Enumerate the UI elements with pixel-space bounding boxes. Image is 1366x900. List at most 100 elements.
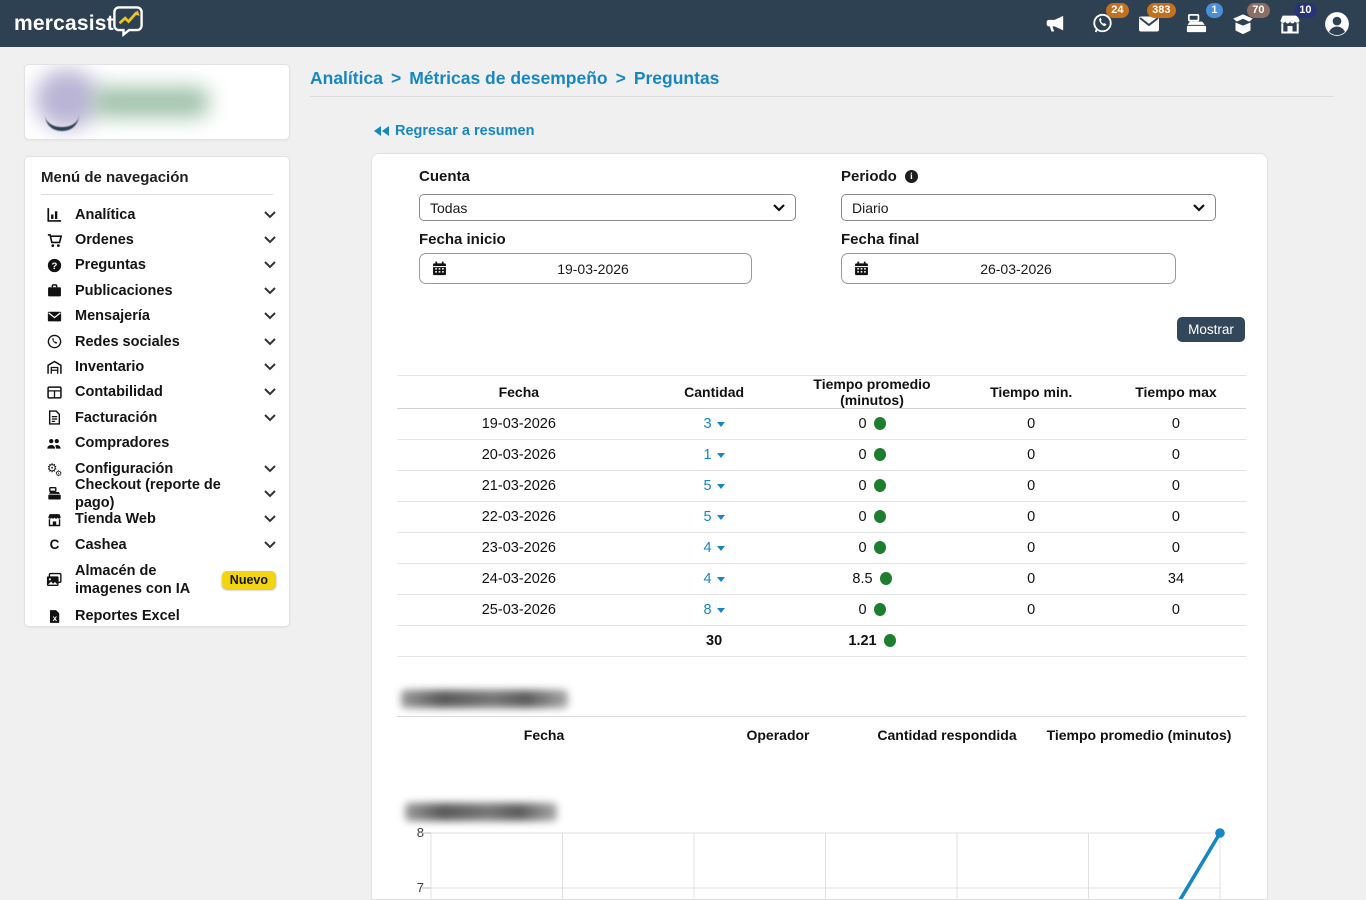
sidebar-item-preguntas[interactable]: ? Preguntas [25,253,289,278]
table-total-row: 30 1.21 [397,626,1246,657]
svg-text:⚙: ⚙ [55,468,62,476]
sidebar-item-contabilidad[interactable]: Contabilidad [25,380,289,405]
y-tick-7: 7 [400,880,424,895]
store-button[interactable]: 10 [1277,11,1303,37]
operators-header-cantidad: Cantidad respondida [877,727,1016,743]
store-badge: 10 [1294,3,1317,18]
bar-chart-icon [45,207,63,222]
account-button[interactable] [1324,11,1350,37]
cantidad-link[interactable]: 4 [704,540,725,556]
question-circle-icon: ? [45,258,63,273]
user-icon [1324,11,1350,37]
brand-text: mercasist [14,12,114,36]
messages-badge: 383 [1147,3,1176,18]
sidebar-item-analitica[interactable]: Analítica [25,202,289,227]
spreadsheet-icon [45,385,63,400]
menu-title: Menú de navegación [41,169,273,195]
cuenta-select[interactable]: Todas [419,194,796,221]
chart-gridlines [431,833,1220,900]
svg-text:?: ? [51,261,57,272]
brand-logo[interactable]: mercasist [14,10,146,38]
sidebar-item-publicaciones[interactable]: Publicaciones [25,278,289,303]
sidebar-item-checkout[interactable]: Checkout (reporte de pago) [25,481,289,506]
gears-icon: ⚙⚙ [45,461,63,477]
chevron-down-icon [264,256,276,274]
whatsapp-icon [45,334,63,349]
sidebar-item-redes-sociales[interactable]: Redes sociales [25,329,289,354]
breadcrumb-metricas[interactable]: Métricas de desempeño [409,68,607,89]
letter-c-icon: C [45,537,63,552]
sidebar-item-almacen-imagenes[interactable]: Almacén de imagenes con IA Nuevo [25,557,289,603]
fecha-inicio-label: Fecha inicio [419,231,506,248]
status-dot [874,448,886,461]
caret-down-icon [717,608,725,613]
chevron-down-icon [264,485,276,503]
top-navbar: mercasist 24 [0,0,1366,47]
cantidad-link[interactable]: 3 [704,416,725,432]
sidebar-item-facturacion[interactable]: Facturación [25,405,289,430]
avatar-ring [45,115,79,131]
info-icon[interactable]: i [905,170,918,183]
back-to-summary-link[interactable]: Regresar a resumen [373,123,534,139]
caret-down-icon [717,577,725,582]
chevron-down-icon [264,383,276,401]
status-dot [874,417,886,430]
breadcrumb-separator: > [391,68,401,89]
cart-icon [45,233,63,248]
navbar-actions: 24 383 1 [1042,11,1350,37]
mostrar-button[interactable]: Mostrar [1177,317,1245,342]
status-dot [874,541,886,554]
sidebar-item-cashea[interactable]: C Cashea [25,532,289,557]
table-row: 21-03-2026 5 0 0 0 [397,471,1246,502]
caret-down-icon [717,453,725,458]
y-tick-8: 8 [400,825,424,840]
sidebar-item-compradores[interactable]: Compradores [25,431,289,456]
sidebar-item-reportes-excel[interactable]: x Reportes Excel [25,603,289,628]
breadcrumb-analitica[interactable]: Analítica [310,68,383,89]
sidebar-item-mensajeria[interactable]: Mensajería [25,304,289,329]
sidebar-item-inventario[interactable]: Inventario [25,354,289,379]
cantidad-link[interactable]: 5 [704,478,725,494]
questions-table: Fecha Cantidad Tiempo promedio (minutos)… [397,375,1246,657]
menu-list: Analítica Ordenes ? Preguntas Publicacio… [25,202,289,629]
fast-backward-icon [373,125,389,137]
cantidad-link[interactable]: 5 [704,509,725,525]
checkout-notifications-button[interactable]: 1 [1183,11,1209,37]
image-icon [45,572,63,588]
user-name-redacted [93,87,209,117]
chart-line-series [431,833,1220,900]
navigation-menu: Menú de navegación Analítica Ordenes ? P… [24,156,290,627]
table-row: 20-03-2026 1 0 0 0 [397,440,1246,471]
excel-file-icon: x [45,609,63,624]
sidebar-item-tienda-web[interactable]: Tienda Web [25,507,289,532]
chevron-down-icon [264,409,276,427]
packages-badge: 70 [1247,3,1270,18]
cantidad-link[interactable]: 8 [704,602,725,618]
periodo-select[interactable]: Diario [841,194,1216,221]
fecha-final-input[interactable]: 26-03-2026 [841,253,1176,284]
status-dot [884,634,896,647]
cantidad-link[interactable]: 4 [704,571,725,587]
table-row: 19-03-2026 3 0 0 0 [397,409,1246,440]
announcements-button[interactable] [1042,11,1068,37]
caret-down-icon [717,546,725,551]
checkout-badge: 1 [1206,3,1223,18]
cantidad-link[interactable]: 1 [704,447,725,463]
page: mercasist 24 [0,0,1366,900]
breadcrumb-preguntas[interactable]: Preguntas [634,68,720,89]
whatsapp-badge: 24 [1106,3,1129,18]
questions-table-header: Fecha Cantidad Tiempo promedio (minutos)… [397,376,1246,409]
breadcrumb-separator: > [616,68,626,89]
caret-down-icon [717,515,725,520]
messages-button[interactable]: 383 [1136,11,1162,37]
operators-section-title-redacted [401,690,568,708]
table-row: 23-03-2026 4 0 0 0 [397,533,1246,564]
chevron-down-icon [264,333,276,351]
packages-button[interactable]: 70 [1230,11,1256,37]
whatsapp-button[interactable]: 24 [1089,11,1115,37]
svg-text:x: x [52,613,57,622]
fecha-inicio-input[interactable]: 19-03-2026 [419,253,752,284]
periodo-label: Periodo i [841,168,918,185]
sidebar-item-ordenes[interactable]: Ordenes [25,227,289,252]
briefcase-icon [45,283,63,298]
